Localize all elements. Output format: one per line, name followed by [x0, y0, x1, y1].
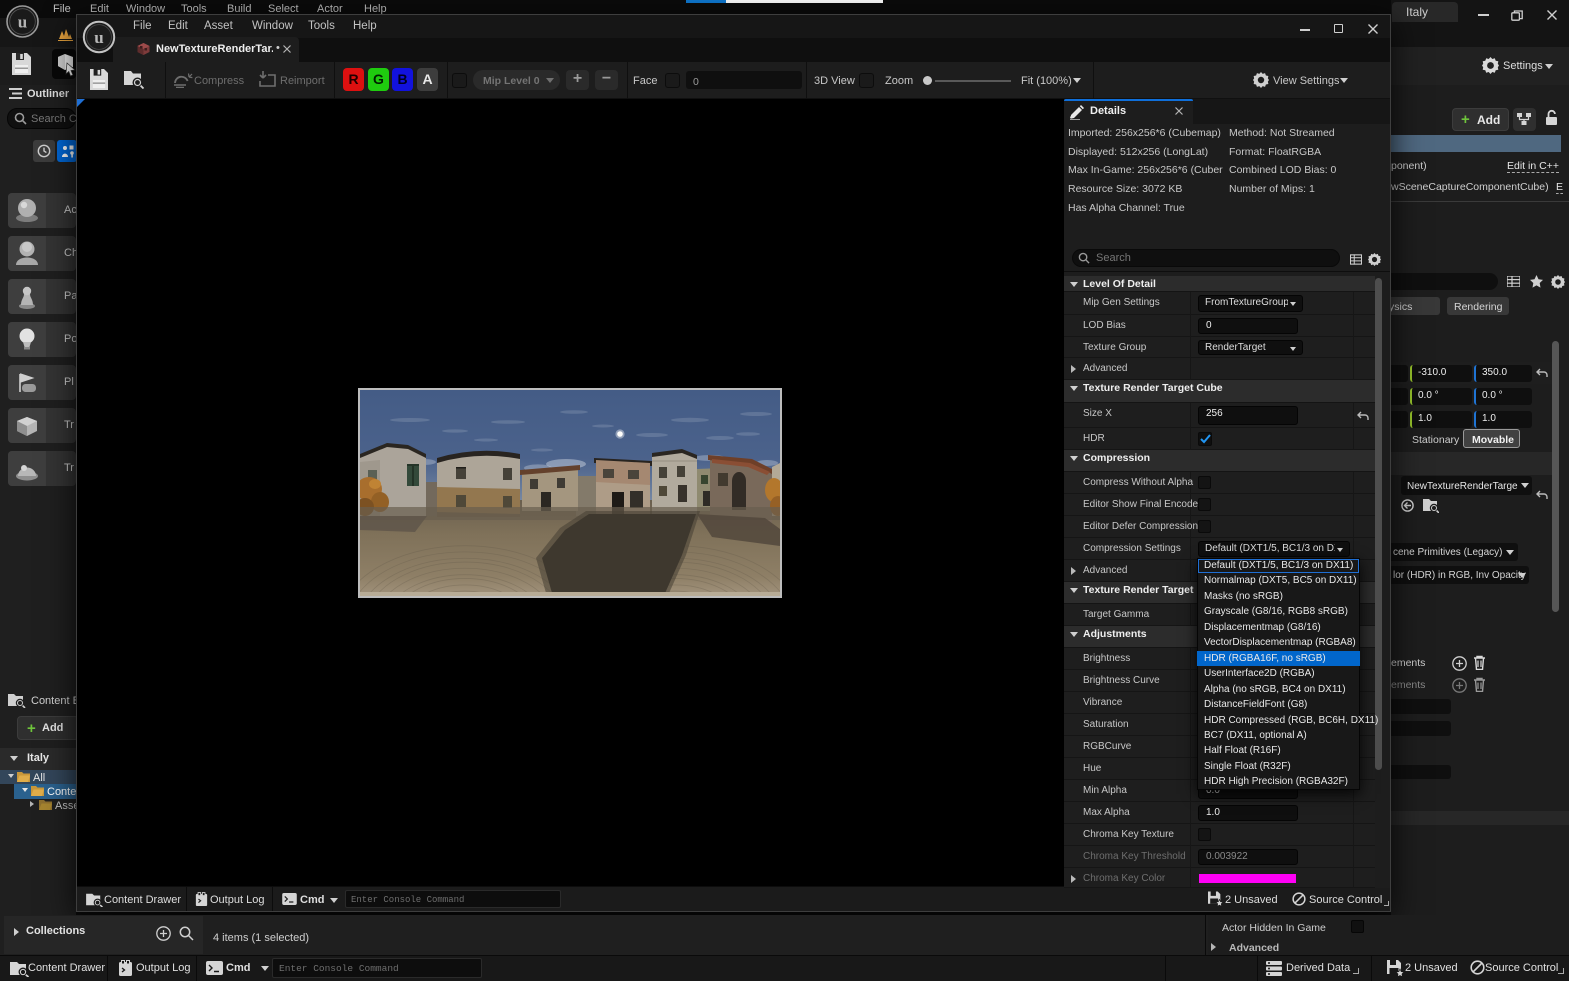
svg-text:u: u [18, 13, 27, 32]
svg-text:u: u [94, 28, 103, 47]
